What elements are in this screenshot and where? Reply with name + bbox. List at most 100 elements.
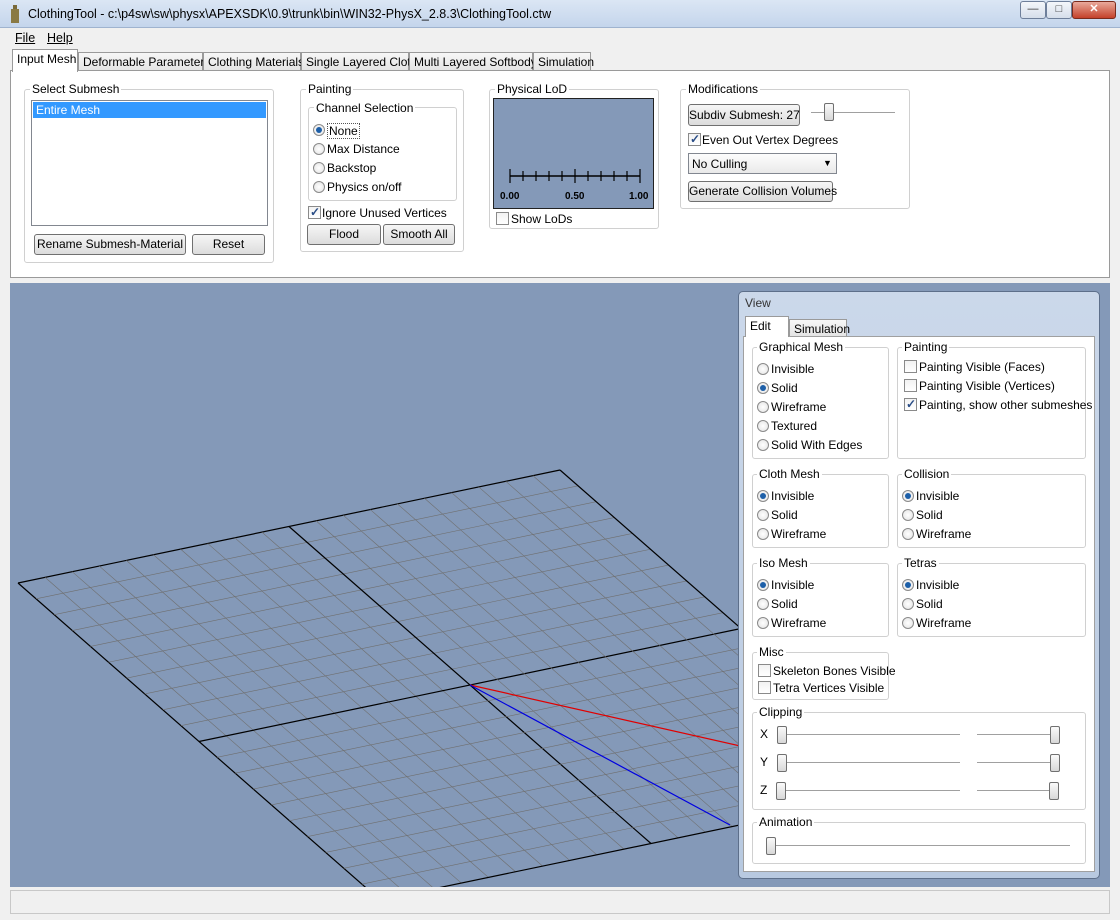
even-out-checkbox[interactable] (688, 132, 701, 146)
clip-z-min-thumb[interactable] (776, 782, 786, 800)
tab-single-layered-cloth[interactable]: Single Layered Cloth (301, 52, 417, 71)
lod-display: 0.00 0.50 1.00 (493, 98, 654, 209)
animation-slider-thumb[interactable] (766, 837, 776, 855)
chevron-down-icon: ▼ (823, 158, 832, 168)
col-solid-label: Solid (916, 508, 943, 522)
smooth-all-button[interactable]: Smooth All (383, 224, 455, 245)
close-icon: ✕ (1089, 3, 1099, 15)
gm-radio-wireframe[interactable] (757, 401, 769, 413)
radio-physics[interactable] (313, 181, 325, 193)
cloth-mesh-title: Cloth Mesh (757, 467, 822, 481)
reset-button[interactable]: Reset (192, 234, 265, 255)
status-bar (10, 890, 1110, 914)
minimize-icon: — (1027, 3, 1039, 15)
flood-button[interactable]: Flood (307, 224, 381, 245)
clip-z-min-track[interactable] (778, 790, 960, 792)
gm-radio-solid[interactable] (757, 382, 769, 394)
gm-solid-label: Solid (771, 381, 798, 395)
iso-radio-wireframe[interactable] (757, 617, 769, 629)
menu-help-label: Help (47, 31, 73, 45)
radio-max-distance[interactable] (313, 143, 325, 155)
clip-x-max-track[interactable] (977, 734, 1059, 736)
ignore-unused-checkbox[interactable] (308, 205, 321, 219)
gm-solid-edges-label: Solid With Edges (771, 438, 863, 452)
culling-dropdown[interactable]: No Culling ▼ (688, 153, 837, 174)
iso-radio-invisible[interactable] (757, 579, 769, 591)
col-radio-wireframe[interactable] (902, 528, 914, 540)
tet-radio-wireframe[interactable] (902, 617, 914, 629)
lod-tick-label: 1.00 (629, 191, 649, 202)
menu-help[interactable]: Help (47, 31, 73, 45)
cm-radio-wireframe[interactable] (757, 528, 769, 540)
subdiv-submesh-button[interactable]: Subdiv Submesh: 27 (688, 104, 800, 126)
clip-y-max-thumb[interactable] (1050, 754, 1060, 772)
painting-other-submeshes-checkbox[interactable] (904, 397, 917, 411)
gm-radio-textured[interactable] (757, 420, 769, 432)
generate-collision-button[interactable]: Generate Collision Volumes (688, 181, 837, 202)
tab-simulation[interactable]: Simulation (533, 52, 594, 71)
radio-backstop-label: Backstop (327, 161, 377, 175)
close-button[interactable]: ✕ (1072, 1, 1116, 19)
tet-radio-invisible[interactable] (902, 579, 914, 591)
tet-wireframe-label: Wireframe (916, 616, 972, 630)
clipping-title: Clipping (757, 705, 805, 719)
show-lods-checkbox[interactable] (496, 212, 509, 225)
clip-z-max-thumb[interactable] (1049, 782, 1059, 800)
show-lods-label: Show LoDs (511, 212, 573, 226)
painting-vertices-checkbox[interactable] (904, 379, 917, 392)
col-radio-invisible[interactable] (902, 490, 914, 502)
lod-tick-label: 0.50 (565, 191, 585, 202)
animation-title: Animation (757, 815, 815, 829)
radio-max-distance-label: Max Distance (327, 142, 400, 156)
cm-radio-invisible[interactable] (757, 490, 769, 502)
rename-submesh-button[interactable]: Rename Submesh-Material (34, 234, 186, 255)
gm-textured-label: Textured (771, 419, 818, 433)
gm-radio-invisible[interactable] (757, 363, 769, 375)
radio-physics-label: Physics on/off (327, 180, 402, 194)
maximize-button[interactable]: □ (1046, 1, 1072, 19)
tab-multi-layered-softbody[interactable]: Multi Layered Softbody (409, 52, 537, 71)
subdiv-slider-thumb[interactable] (824, 103, 834, 121)
skeleton-bones-checkbox[interactable] (758, 664, 771, 677)
clip-y-max-track[interactable] (977, 762, 1059, 764)
cm-invisible-label: Invisible (771, 489, 815, 503)
painting-faces-checkbox[interactable] (904, 360, 917, 373)
view-tab-simulation[interactable]: Simulation (789, 319, 850, 337)
list-item[interactable]: Entire Mesh (33, 102, 266, 118)
tet-radio-solid[interactable] (902, 598, 914, 610)
tetra-vertices-checkbox[interactable] (758, 681, 771, 694)
animation-slider-track[interactable] (768, 845, 1070, 847)
view-tab-edit[interactable]: Edit (745, 316, 789, 337)
z-axis-line (469, 684, 731, 826)
clip-y-min-thumb[interactable] (777, 754, 787, 772)
clip-y-min-track[interactable] (778, 762, 960, 764)
cm-solid-label: Solid (771, 508, 798, 522)
iso-radio-solid[interactable] (757, 598, 769, 610)
iso-wireframe-label: Wireframe (771, 616, 827, 630)
cm-radio-solid[interactable] (757, 509, 769, 521)
submesh-list[interactable]: Entire Mesh (31, 100, 268, 226)
painting-other-submeshes-label: Painting, show other submeshes (919, 398, 1093, 412)
physical-lod-title: Physical LoD (495, 82, 570, 96)
clip-x-max-thumb[interactable] (1050, 726, 1060, 744)
clip-x-min-thumb[interactable] (777, 726, 787, 744)
gm-wireframe-label: Wireframe (771, 400, 827, 414)
minimize-button[interactable]: — (1020, 1, 1046, 19)
menu-file-label: File (15, 31, 36, 45)
menu-file[interactable]: File (15, 31, 35, 45)
col-wireframe-label: Wireframe (916, 527, 972, 541)
clip-z-max-track[interactable] (977, 790, 1059, 792)
radio-none[interactable] (313, 124, 325, 136)
view-painting-title: Painting (902, 340, 950, 354)
radio-backstop[interactable] (313, 162, 325, 174)
col-radio-solid[interactable] (902, 509, 914, 521)
misc-title: Misc (757, 645, 786, 659)
tab-deformable-parameters[interactable]: Deformable Parameters (78, 52, 210, 71)
tab-input-mesh[interactable]: Input Mesh (12, 49, 78, 72)
gm-radio-solid-edges[interactable] (757, 439, 769, 451)
graphical-mesh-title: Graphical Mesh (757, 340, 846, 354)
clip-x-min-track[interactable] (778, 734, 960, 736)
clip-y-label: Y (760, 755, 769, 769)
tab-clothing-materials[interactable]: Clothing Materials (203, 52, 304, 71)
maximize-icon: □ (1055, 3, 1063, 15)
